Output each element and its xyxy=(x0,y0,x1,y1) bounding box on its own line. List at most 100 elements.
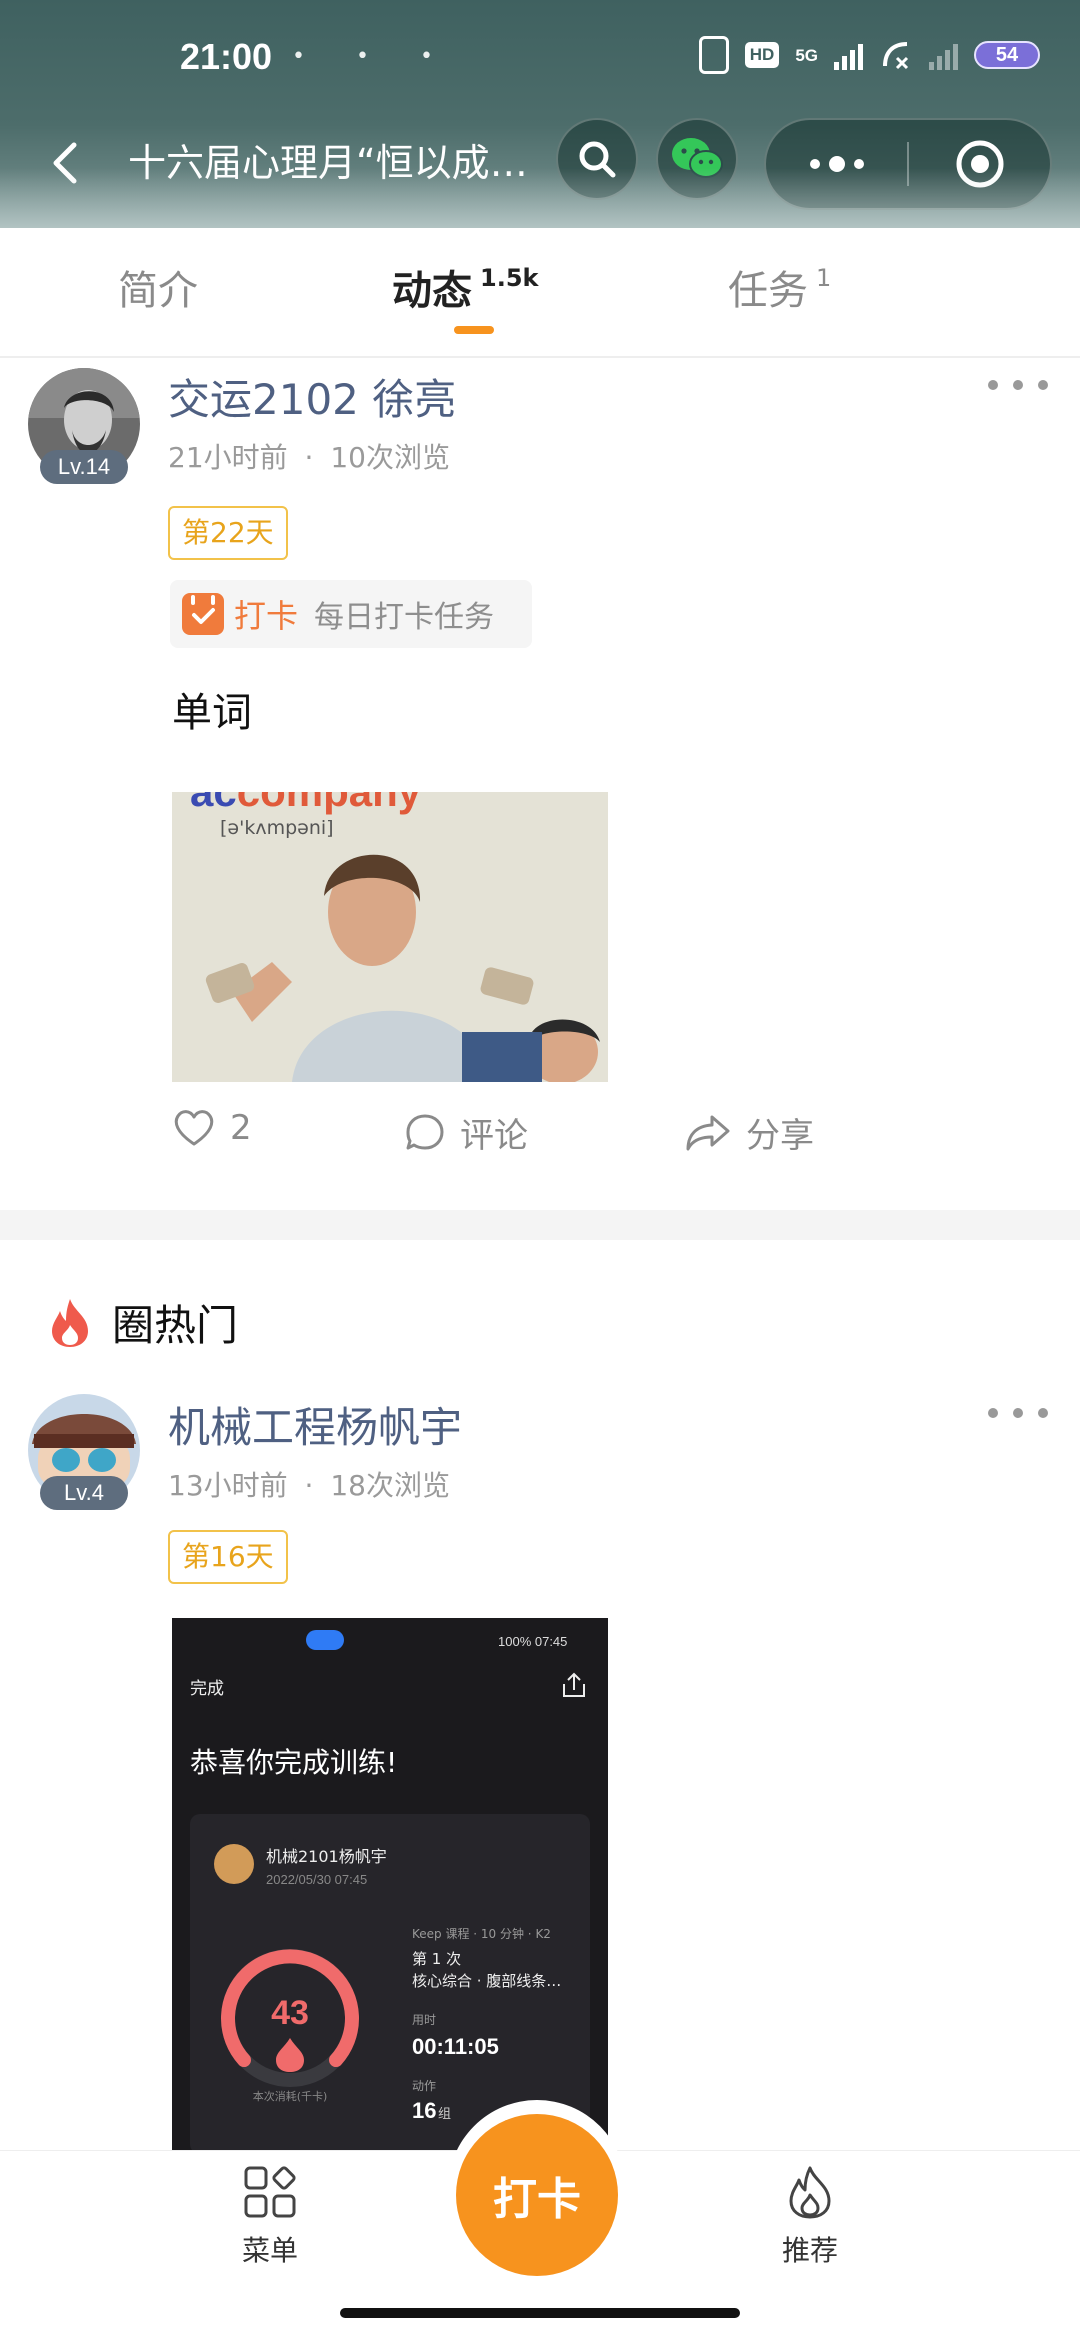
page-title: 十六届心理月“恒以成… xyxy=(128,141,528,185)
more-options-button[interactable] xyxy=(766,120,907,208)
grid-menu-icon xyxy=(244,2166,296,2218)
tab-feed[interactable]: 动态 1.5k xyxy=(392,258,538,316)
flame-icon xyxy=(52,1298,88,1347)
image-phonetic-text: [ə'kʌmpəni] xyxy=(220,817,334,839)
image-congrats-text: 恭喜你完成训练! xyxy=(190,1746,397,1779)
task-description: 每日打卡任务 xyxy=(314,600,495,635)
tab-tasks-count: 1 xyxy=(816,264,832,292)
image-kcal-value: 43 xyxy=(271,1994,309,2032)
share-label: 分享 xyxy=(746,1116,814,1156)
image-course-text: Keep 课程 · 10 分钟 · K2 xyxy=(412,1926,551,1941)
more-dots-icon xyxy=(809,156,864,172)
mini-program-capsule xyxy=(764,118,1052,210)
signal-icon-2 xyxy=(929,40,958,70)
day-tag: 第22天 xyxy=(168,506,288,560)
menu-tab-label: 菜单 xyxy=(241,2234,298,2267)
checkin-button[interactable]: 打卡 xyxy=(456,2114,618,2276)
menu-tab[interactable]: 菜单 xyxy=(200,2165,340,2269)
back-button[interactable] xyxy=(40,138,90,188)
image-action-unit: 组 xyxy=(438,2107,451,2122)
nav-bar: 十六届心理月“恒以成… xyxy=(0,118,1080,210)
section-separator xyxy=(0,1210,1080,1240)
wechat-share-button[interactable] xyxy=(656,118,738,200)
chevron-left-icon xyxy=(53,142,77,184)
image-times-text: 第 1 次 xyxy=(412,1950,461,1968)
image-status-text: 100% 07:45 xyxy=(498,1634,567,1649)
image-course-name: 核心综合 · 腹部线条… xyxy=(412,1972,561,1990)
image-user-text: 机械2101杨帆宇 xyxy=(266,1847,387,1866)
calendar-check-icon xyxy=(182,593,224,635)
battery-indicator: 54 xyxy=(974,41,1040,69)
comment-label: 评论 xyxy=(460,1116,528,1156)
post-image[interactable]: 100% 07:45 完成 恭喜你完成训练! 机械2101杨帆宇 2022/05… xyxy=(172,1618,608,2150)
tab-active-indicator xyxy=(454,326,494,334)
feed-post: Lv.14 交运2102 徐亮 21小时前 · 10次浏览 第22天 打卡 每日… xyxy=(0,358,1080,1210)
tab-bar: 简介 动态 1.5k 任务 1 xyxy=(0,228,1080,358)
author-name[interactable]: 机械工程杨帆宇 xyxy=(168,1394,462,1455)
image-duration-value: 00:11:05 xyxy=(412,2034,499,2059)
share-arrow-icon xyxy=(686,1115,730,1150)
tab-feed-count: 1.5k xyxy=(480,264,539,292)
image-kcal-label: 本次消耗(千卡) xyxy=(253,2089,328,2103)
search-icon xyxy=(579,141,616,178)
task-keyword: 打卡 xyxy=(234,597,299,635)
status-icons: HD 5G 54 xyxy=(698,36,1040,74)
comment-bubble-icon xyxy=(406,1114,444,1149)
image-action-label: 动作 xyxy=(412,2079,436,2093)
tab-intro-label: 简介 xyxy=(118,268,198,314)
task-chip[interactable]: 打卡 每日打卡任务 xyxy=(170,580,532,648)
search-button[interactable] xyxy=(556,118,638,200)
post-more-button[interactable] xyxy=(988,1398,1048,1428)
tab-tasks-label: 任务 xyxy=(728,268,808,314)
day-tag: 第16天 xyxy=(168,1530,288,1584)
share-button[interactable]: 分享 xyxy=(684,1108,814,1157)
tab-intro[interactable]: 简介 xyxy=(118,258,198,316)
post-more-button[interactable] xyxy=(988,370,1048,400)
meta-separator: · xyxy=(304,441,314,474)
heart-icon xyxy=(174,1110,214,1146)
call-missed-icon xyxy=(883,42,909,70)
post-views: 10次浏览 xyxy=(330,441,450,474)
author-avatar[interactable]: Lv.14 xyxy=(28,368,140,484)
post-text: 单词 xyxy=(172,690,252,736)
network-type: 5G xyxy=(795,45,818,65)
signal-icon xyxy=(834,40,863,70)
post-actions: 2 评论 分享 xyxy=(172,1108,872,1168)
tab-tasks[interactable]: 任务 1 xyxy=(728,258,831,316)
hot-section-title: 圈热门 xyxy=(112,1301,239,1350)
tab-feed-label: 动态 xyxy=(392,268,472,314)
status-bar: 21:00 • • • HD 5G 54 xyxy=(0,0,1080,118)
author-name[interactable]: 交运2102 徐亮 xyxy=(168,366,456,427)
comment-button[interactable]: 评论 xyxy=(404,1108,528,1157)
feed-post: Lv.4 机械工程杨帆宇 13小时前 · 18次浏览 第16天 100% 07:… xyxy=(0,1394,1080,2150)
level-badge: Lv.14 xyxy=(40,450,128,484)
checkin-button-label: 打卡 xyxy=(493,2174,581,2225)
status-time: 21:00 xyxy=(180,36,273,77)
image-duration-label: 用时 xyxy=(412,2013,436,2027)
home-indicator xyxy=(340,2308,740,2318)
post-meta: 13小时前 · 18次浏览 xyxy=(168,1464,450,1504)
post-image[interactable]: accompany [ə'kʌmpəni] xyxy=(172,792,608,1082)
level-badge: Lv.4 xyxy=(40,1476,128,1510)
post-meta: 21小时前 · 10次浏览 xyxy=(168,436,450,476)
target-close-icon xyxy=(956,140,1003,188)
author-avatar[interactable]: Lv.4 xyxy=(28,1394,140,1510)
post-time: 21小时前 xyxy=(168,441,288,474)
hd-icon: HD xyxy=(744,42,780,68)
status-notification-dots: • • • xyxy=(292,44,455,69)
image-date-text: 2022/05/30 07:45 xyxy=(266,1872,367,1887)
image-word-text: accompany xyxy=(190,792,422,815)
post-time: 13小时前 xyxy=(168,1469,288,1502)
close-mini-program-button[interactable] xyxy=(909,120,1050,208)
recommend-tab-label: 推荐 xyxy=(781,2234,838,2267)
like-button[interactable]: 2 xyxy=(172,1108,252,1148)
flame-outline-icon xyxy=(789,2166,831,2219)
post-views: 18次浏览 xyxy=(330,1469,450,1502)
wechat-icon xyxy=(672,138,723,178)
image-done-text: 完成 xyxy=(190,1679,224,1699)
header: 21:00 • • • HD 5G 54 十六届心理月“恒以成… xyxy=(0,0,1080,228)
vibrate-icon xyxy=(698,36,729,74)
recommend-tab[interactable]: 推荐 xyxy=(740,2165,880,2269)
meta-separator: · xyxy=(304,1469,314,1502)
like-count: 2 xyxy=(230,1108,252,1148)
